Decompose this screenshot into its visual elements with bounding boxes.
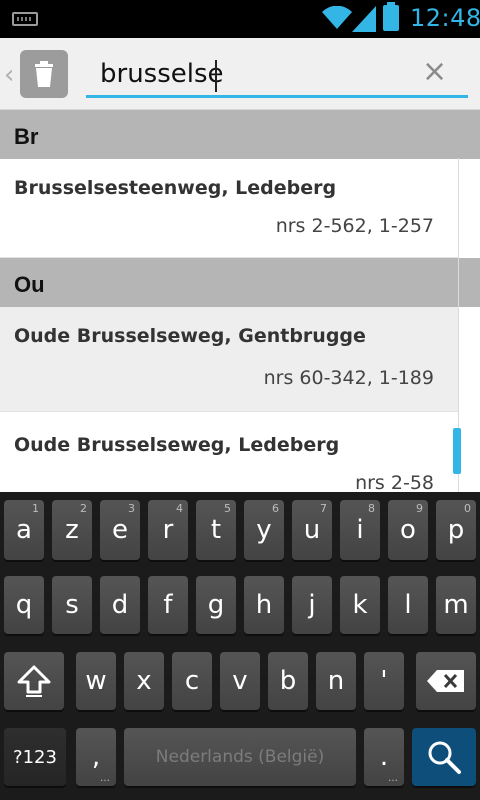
key-t[interactable]: t5 [196, 500, 236, 560]
list-item[interactable]: Brusselsesteenweg, Ledeberg nrs 2-562, 1… [0, 159, 458, 258]
key-number: 9 [416, 502, 423, 515]
search-input[interactable] [86, 52, 468, 98]
key-x[interactable]: x [124, 652, 164, 710]
status-bar: 12:48 [0, 0, 480, 38]
key-number: 6 [272, 502, 279, 515]
key-number: 4 [176, 502, 183, 515]
key-label: t [210, 515, 222, 545]
keyboard-notification-icon [12, 12, 38, 26]
key-apostrophe[interactable]: ' [364, 652, 404, 710]
key-w[interactable]: w [76, 652, 116, 710]
results-list[interactable]: Br Brusselsesteenweg, Ledeberg nrs 2-562… [0, 110, 480, 492]
key-v[interactable]: v [220, 652, 260, 710]
key-label: . [379, 742, 389, 772]
key-m[interactable]: m [436, 576, 476, 634]
key-l[interactable]: l [388, 576, 428, 634]
backspace-key[interactable] [416, 652, 476, 710]
search-icon [428, 741, 461, 774]
key-number: 3 [128, 502, 135, 515]
item-title: Oude Brusselseweg, Ledeberg [14, 434, 340, 456]
key-more-indicator: … [100, 773, 110, 784]
key-f[interactable]: f [148, 576, 188, 634]
key-number: 1 [32, 502, 39, 515]
shift-key[interactable] [4, 652, 64, 710]
item-numbers: nrs 60-342, 1-189 [263, 367, 434, 389]
item-numbers: nrs 2-58 [355, 472, 434, 492]
item-title: Oude Brusselseweg, Gentbrugge [14, 325, 366, 347]
key-number: 0 [464, 502, 471, 515]
key-h[interactable]: h [244, 576, 284, 634]
key-label: r [162, 515, 174, 545]
trash-icon [35, 61, 53, 87]
key-label: a [16, 515, 32, 545]
key-label: p [447, 515, 465, 545]
shift-arrow-icon [17, 665, 51, 697]
key-number: 5 [224, 502, 231, 515]
back-chevron-icon[interactable]: ‹ [4, 60, 14, 90]
clock: 12:48 [410, 4, 480, 32]
wifi-icon [322, 6, 352, 29]
key-s[interactable]: s [52, 576, 92, 634]
key-r[interactable]: r4 [148, 500, 188, 560]
key-j[interactable]: j [292, 576, 332, 634]
space-key[interactable]: Nederlands (België) [124, 728, 356, 786]
key-d[interactable]: d [100, 576, 140, 634]
key-label: u [303, 515, 321, 545]
list-item[interactable]: Oude Brusselseweg, Gentbrugge nrs 60-342… [0, 307, 458, 412]
key-label: z [65, 515, 79, 545]
key-label: e [112, 515, 128, 545]
key-number: 8 [368, 502, 375, 515]
key-o[interactable]: o9 [388, 500, 428, 560]
key-number: 2 [80, 502, 87, 515]
key-y[interactable]: y6 [244, 500, 284, 560]
section-header-ou: Ou [0, 258, 480, 307]
key-g[interactable]: g [196, 576, 236, 634]
list-item[interactable]: Oude Brusselseweg, Ledeberg nrs 2-58 [0, 412, 458, 492]
key-b[interactable]: b [268, 652, 308, 710]
symbols-key[interactable]: ?123 [4, 728, 66, 786]
battery-icon [383, 2, 399, 31]
key-u[interactable]: u7 [292, 500, 332, 560]
key-more-indicator: … [388, 773, 398, 784]
item-title: Brusselsesteenweg, Ledeberg [14, 177, 337, 199]
key-e[interactable]: e3 [100, 500, 140, 560]
search-bar: ‹ × [0, 38, 480, 110]
key-c[interactable]: c [172, 652, 212, 710]
key-p[interactable]: p0 [436, 500, 476, 560]
key-k[interactable]: k [340, 576, 380, 634]
search-key[interactable] [412, 728, 476, 786]
key-label: i [356, 515, 364, 545]
key-n[interactable]: n [316, 652, 356, 710]
soft-keyboard: a1 z2 e3 r4 t5 y6 u7 i8 o9 p0 q s d f g … [0, 492, 480, 800]
key-i[interactable]: i8 [340, 500, 380, 560]
section-header-br: Br [0, 110, 480, 159]
key-q[interactable]: q [4, 576, 44, 634]
item-numbers: nrs 2-562, 1-257 [275, 215, 434, 237]
key-number: 7 [320, 502, 327, 515]
scrollbar-thumb[interactable] [453, 428, 461, 474]
signal-icon [352, 6, 376, 32]
text-cursor [215, 60, 217, 92]
app-icon-button[interactable] [20, 50, 68, 98]
key-label: , [91, 742, 101, 772]
backspace-icon [427, 670, 464, 692]
comma-key[interactable]: ,… [76, 728, 116, 786]
clear-icon[interactable]: × [422, 54, 447, 89]
period-key[interactable]: .… [364, 728, 404, 786]
key-label: o [400, 515, 416, 545]
space-language-label: Nederlands (België) [155, 747, 325, 767]
key-z[interactable]: z2 [52, 500, 92, 560]
key-a[interactable]: a1 [4, 500, 44, 560]
key-label: y [256, 515, 272, 545]
